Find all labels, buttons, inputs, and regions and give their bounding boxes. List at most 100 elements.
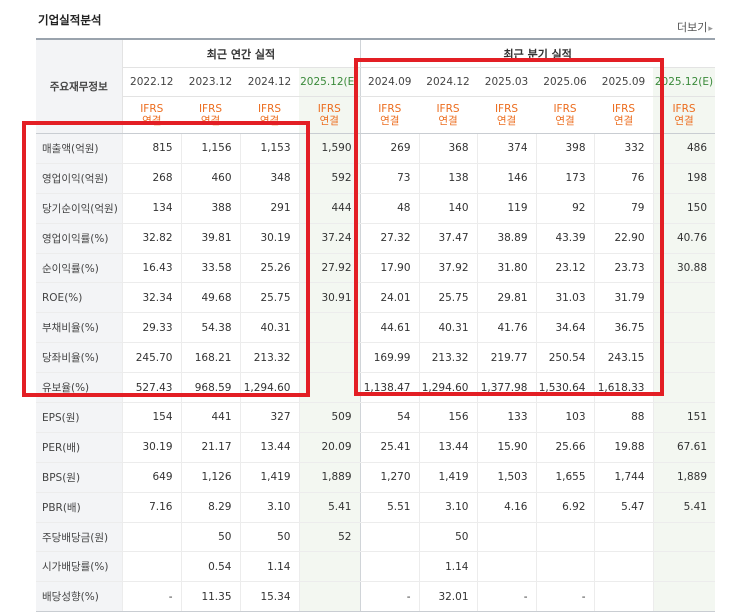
table-cell: 1,294.60: [418, 372, 477, 404]
table-cell: 388: [180, 193, 240, 224]
table-cell: [298, 551, 360, 583]
table-cell: 649: [121, 462, 181, 493]
accounting-type-label: IFRS 연결: [477, 96, 536, 134]
table-cell: 133: [476, 402, 536, 433]
table-cell: 441: [180, 402, 240, 433]
table-cell: 20.09: [298, 432, 360, 463]
table-row: EPS(원) 154 441 327 509 54 156 133 103 88 151: [36, 402, 715, 433]
annual-header: 최근 연간 실적: [122, 38, 360, 68]
accounting-type-text: IFRS 연결: [553, 103, 577, 127]
table-row: 당좌비율(%) 245.70 168.21 213.32 169.99 213.32 219…: [36, 342, 715, 374]
table-cell: 1,530.64: [535, 372, 594, 404]
accounting-type-text: IFRS 연결: [140, 103, 164, 127]
table-cell: 1,270: [359, 462, 419, 493]
table-cell: 15.34: [239, 581, 299, 612]
table-cell: [535, 551, 594, 583]
row-label: 주당배당금(원): [36, 521, 122, 553]
more-link[interactable]: 더보기▸: [677, 19, 713, 35]
accounting-type-text: IFRS 연결: [257, 103, 282, 127]
table-cell: 527.43: [121, 372, 181, 404]
accounting-type-label: IFRS 연결: [181, 96, 240, 134]
table-cell: 1,294.60: [239, 372, 299, 404]
row-label: 부채비율(%): [36, 312, 122, 344]
table-cell: 5.47: [593, 492, 653, 523]
table-cell: [593, 521, 653, 553]
table-cell: 40.31: [239, 312, 299, 344]
table-cell: 1,655: [535, 462, 594, 493]
table-cell: 54.38: [180, 312, 240, 344]
table-cell: [593, 551, 653, 583]
table-cell: 1.14: [239, 551, 299, 583]
table-cell: [359, 551, 419, 583]
table-cell: 76: [593, 163, 653, 194]
accounting-type-label: IFRS 연결: [122, 96, 181, 134]
period-header: 2025.12(E): [653, 67, 715, 97]
accounting-type-label: IFRS 연결: [419, 96, 477, 134]
accounting-type-label: IFRS 연결: [240, 96, 299, 134]
table-cell: 368: [418, 133, 477, 164]
table-cell: 44.61: [359, 312, 419, 344]
table-cell: 15.90: [476, 432, 536, 463]
more-label: 더보기: [677, 21, 708, 34]
table-cell: 39.81: [180, 222, 240, 254]
row-label: 매출액(억원): [36, 133, 122, 164]
table-cell: 31.79: [593, 282, 653, 314]
table-cell: 30.91: [298, 282, 360, 314]
accounting-type-text: IFRS 연결: [611, 103, 636, 127]
table-cell: 25.75: [418, 282, 477, 314]
table-cell: [535, 521, 594, 553]
table-cell: 30.88: [652, 253, 715, 284]
table-cell: 32.01: [418, 581, 477, 612]
table-cell: 21.17: [180, 432, 240, 463]
table-cell: 8.29: [180, 492, 240, 523]
table-cell: 27.32: [359, 222, 419, 254]
table-cell: 29.33: [121, 312, 181, 344]
table-cell: 23.12: [535, 253, 594, 284]
table-cell: 243.15: [593, 342, 653, 374]
table-cell: -: [359, 581, 419, 612]
table-cell: [652, 312, 715, 344]
table-cell: [298, 342, 360, 374]
table-cell: 13.44: [418, 432, 477, 463]
row-label: 영업이익(억원): [36, 163, 122, 194]
table-cell: 1,156: [180, 133, 240, 164]
table-row: 주당배당금(원) 50 50 52 50: [36, 521, 715, 553]
accounting-type-label: IFRS 연결: [359, 96, 419, 134]
row-label: 당기순이익(억원): [36, 193, 122, 224]
accounting-type-text: IFRS 연결: [317, 103, 341, 127]
table-cell: [593, 581, 653, 612]
period-header: 2025.09: [594, 67, 653, 97]
table-cell: 6.92: [535, 492, 594, 523]
period-header: 2025.06: [536, 67, 594, 97]
table-cell: 348: [239, 163, 299, 194]
table-cell: -: [535, 581, 594, 612]
table-cell: 0.54: [180, 551, 240, 583]
table-cell: 37.92: [418, 253, 477, 284]
section-title: 기업실적분석: [38, 13, 102, 27]
table-cell: 168.21: [180, 342, 240, 374]
table-cell: [652, 342, 715, 374]
table-cell: [652, 581, 715, 612]
table-cell: [476, 551, 536, 583]
table-cell: 5.51: [359, 492, 419, 523]
table-cell: 30.19: [121, 432, 181, 463]
table-row: 시가배당률(%) 0.54 1.14 1.14: [36, 551, 715, 583]
table-cell: -: [121, 581, 181, 612]
table-cell: 1,590: [298, 133, 360, 164]
row-label: 당좌비율(%): [36, 342, 122, 374]
table-cell: 43.39: [535, 222, 594, 254]
table-row: 영업이익률(%) 32.82 39.81 30.19 37.24 27.32 37.47 38…: [36, 222, 715, 254]
table-cell: 36.75: [593, 312, 653, 344]
period-header: 2024.09: [359, 67, 419, 97]
table-row: 배당성향(%) -11.35 15.34-32.01- -: [36, 581, 715, 612]
table-cell: 332: [593, 133, 653, 164]
period-header: 2024.12: [419, 67, 477, 97]
table-cell: 25.26: [239, 253, 299, 284]
table-cell: 19.88: [593, 432, 653, 463]
table-cell: 16.43: [121, 253, 181, 284]
table-cell: 103: [535, 402, 594, 433]
table-cell: 250.54: [535, 342, 594, 374]
table-cell: 509: [298, 402, 360, 433]
table-cell: 32.82: [121, 222, 181, 254]
financial-table: 주요재무정보 최근 연간 실적 최근 분기 실적 2022.12 2023.12 2…: [36, 38, 715, 612]
